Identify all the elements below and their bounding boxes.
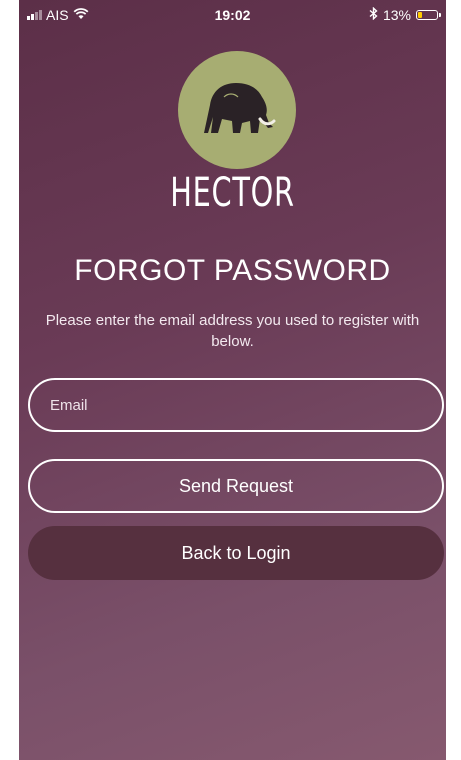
send-request-button[interactable]: Send Request bbox=[28, 459, 444, 513]
bluetooth-icon bbox=[369, 6, 378, 23]
instructions-text: Please enter the email address you used … bbox=[45, 312, 420, 350]
battery-icon bbox=[416, 10, 441, 20]
mammoth-icon bbox=[204, 83, 276, 133]
brand-name: HECTOR bbox=[170, 170, 295, 216]
back-to-login-label: Back to Login bbox=[181, 542, 291, 563]
status-bar: AIS 19:02 13% bbox=[19, 0, 446, 30]
logo-badge bbox=[178, 51, 296, 169]
send-request-label: Send Request bbox=[178, 475, 294, 496]
back-to-login-button[interactable]: Back to Login bbox=[28, 526, 444, 580]
app-screen: AIS 19:02 13% HECTOR FORGOT PASSWORD Ple… bbox=[19, 0, 446, 760]
status-right: 13% bbox=[369, 6, 441, 23]
battery-percent: 13% bbox=[382, 7, 411, 23]
page-title: FORGOT PASSWORD bbox=[74, 254, 391, 287]
email-input[interactable] bbox=[28, 378, 444, 432]
